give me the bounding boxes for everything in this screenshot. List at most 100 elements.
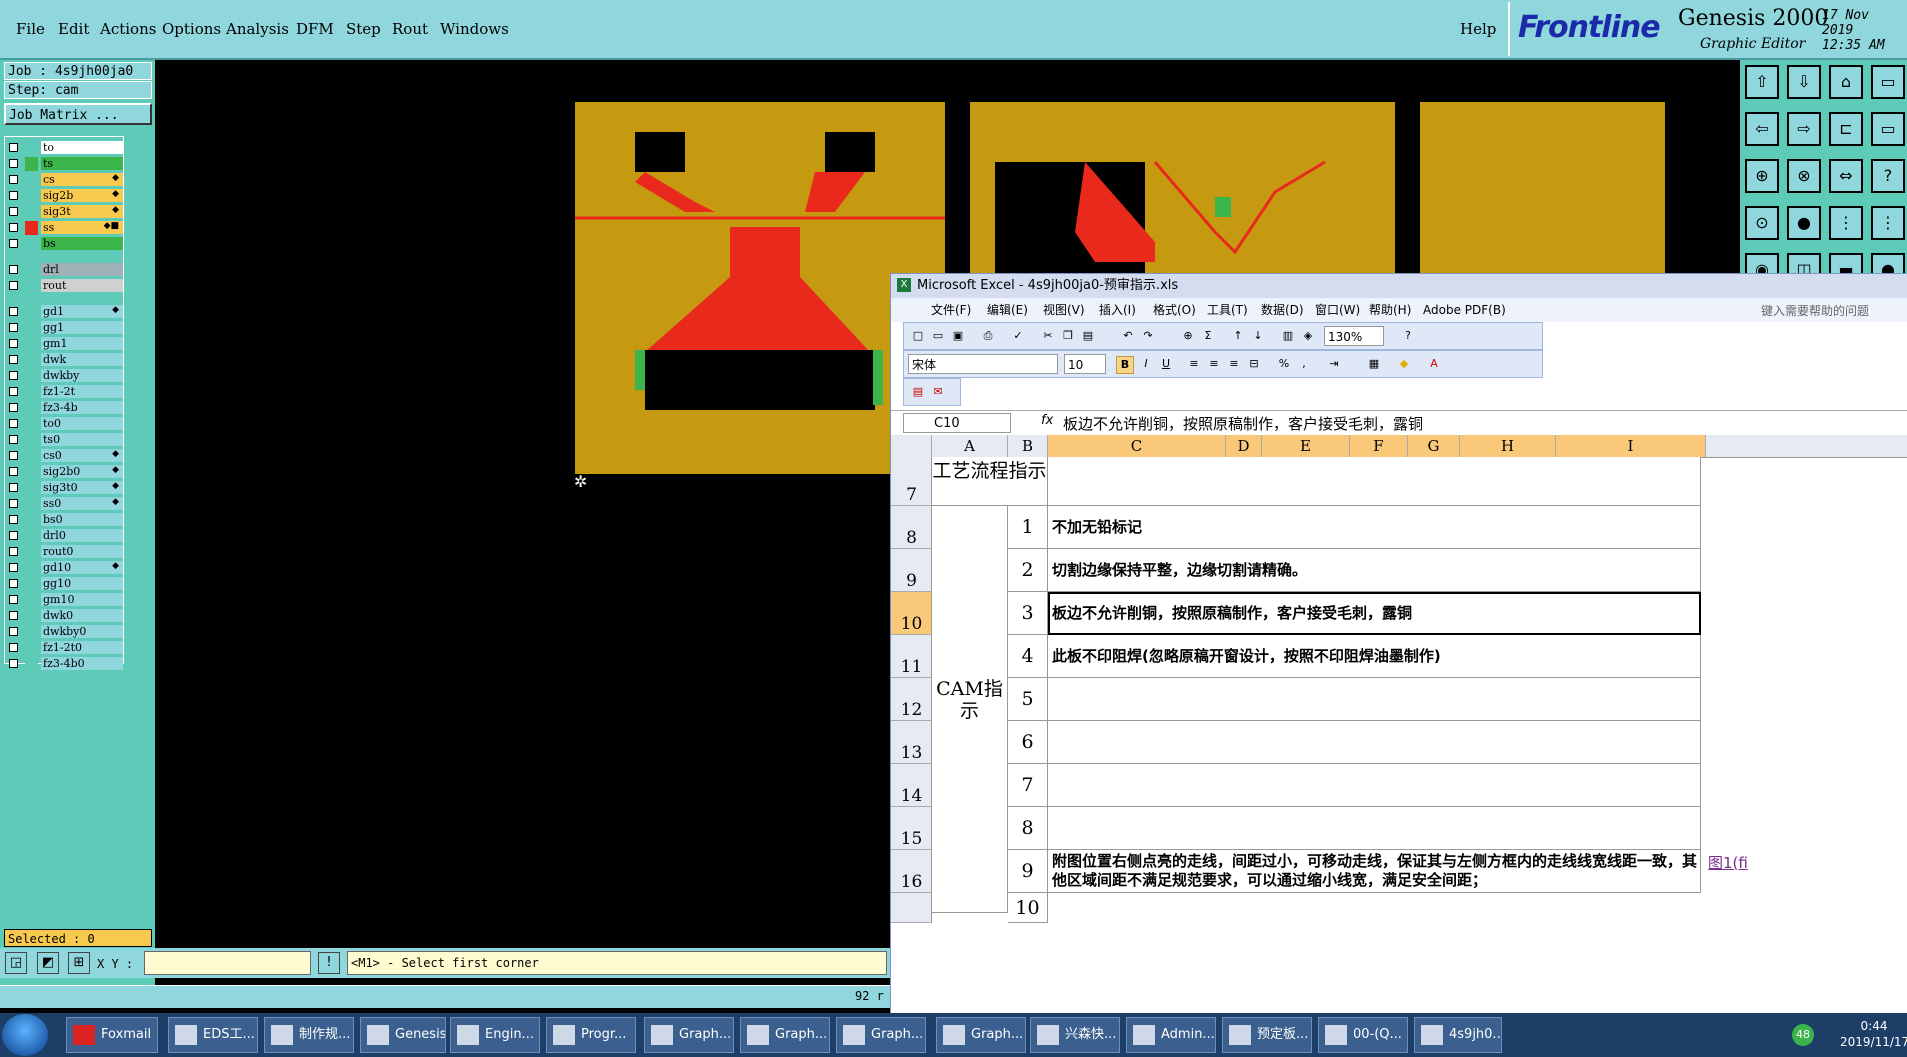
excel-help-search[interactable]: 键入需要帮助的问题: [1761, 302, 1901, 319]
layer-checkbox[interactable]: [9, 451, 18, 460]
layer-row[interactable]: gm1: [5, 337, 123, 351]
row-header[interactable]: 16: [891, 850, 932, 893]
undo-icon[interactable]: ↶: [1120, 328, 1136, 344]
excel-menu-item[interactable]: 编辑(E): [987, 298, 1028, 322]
help-icon[interactable]: ?: [1400, 328, 1416, 344]
taskbar-item[interactable]: 制作规...: [264, 1017, 354, 1053]
column-header-c[interactable]: C: [1048, 435, 1226, 457]
header-merged-cell[interactable]: [1048, 457, 1701, 506]
drawing-icon[interactable]: ◈: [1300, 328, 1316, 344]
item-number-cell[interactable]: 9: [1008, 850, 1048, 893]
layer-checkbox[interactable]: [9, 467, 18, 476]
snap-tool-icon[interactable]: ⊙: [1745, 206, 1779, 240]
menu-help[interactable]: Help: [1460, 20, 1496, 38]
open-icon[interactable]: ▭: [930, 328, 946, 344]
taskbar-item[interactable]: Progr...: [546, 1017, 636, 1053]
layer-row[interactable]: sig2b0 ◆: [5, 465, 123, 479]
taskbar-item[interactable]: Foxmail: [66, 1017, 158, 1053]
menu-file[interactable]: File: [16, 20, 45, 38]
menu-windows[interactable]: Windows: [440, 20, 509, 38]
layer-checkbox[interactable]: [9, 159, 18, 168]
item-number-cell[interactable]: 1: [1008, 506, 1048, 549]
cut-icon[interactable]: ✂: [1040, 328, 1056, 344]
layer-row[interactable]: gm10: [5, 593, 123, 607]
layer-checkbox[interactable]: [9, 387, 18, 396]
layer-checkbox[interactable]: [9, 265, 18, 274]
borders-icon[interactable]: ▦: [1366, 356, 1382, 372]
layer-checkbox[interactable]: [9, 175, 18, 184]
bold-button[interactable]: B: [1116, 356, 1134, 374]
excel-menu-item[interactable]: 格式(O): [1153, 298, 1196, 322]
layer-row[interactable]: fz1-2t0: [5, 641, 123, 655]
item-number-cell[interactable]: 2: [1008, 549, 1048, 592]
layer-row[interactable]: gd10 ◆: [5, 561, 123, 575]
pad-tool-icon[interactable]: ●: [1787, 206, 1821, 240]
excel-menu-item[interactable]: 视图(V): [1043, 298, 1085, 322]
excel-menu-item[interactable]: 数据(D): [1261, 298, 1304, 322]
taskbar-item[interactable]: Graph...: [936, 1017, 1026, 1053]
row-header[interactable]: 7: [891, 457, 932, 506]
layer-row[interactable]: fz3-4b0: [5, 657, 123, 671]
excel-menu-item[interactable]: 帮助(H): [1369, 298, 1411, 322]
item-number-cell[interactable]: 6: [1008, 721, 1048, 764]
taskbar-item[interactable]: Admin...: [1126, 1017, 1216, 1053]
layer-row[interactable]: ts: [5, 157, 123, 171]
instruction-cell[interactable]: 切割边缘保持平整，边缘切割请精确。: [1048, 549, 1701, 592]
layer-row[interactable]: rout: [5, 279, 123, 293]
fill-color-icon[interactable]: ◆: [1396, 356, 1412, 372]
ratio-tool-icon[interactable]: ⇔: [1829, 159, 1863, 193]
up-tool-icon[interactable]: ⇧: [1745, 65, 1779, 99]
excel-menu-item[interactable]: Adobe PDF(B): [1423, 298, 1506, 322]
layer-checkbox[interactable]: [9, 499, 18, 508]
layer-row[interactable]: gd1 ◆: [5, 305, 123, 319]
row-header[interactable]: 11: [891, 635, 932, 678]
redo-icon[interactable]: ↷: [1140, 328, 1156, 344]
column-header-d[interactable]: D: [1226, 435, 1262, 457]
instruction-cell[interactable]: [1048, 807, 1701, 850]
taskbar-item[interactable]: 00-(Q...: [1318, 1017, 1408, 1053]
spellcheck-icon[interactable]: ✓: [1010, 328, 1026, 344]
item-number-cell[interactable]: 4: [1008, 635, 1048, 678]
menu-rout[interactable]: Rout: [392, 20, 428, 38]
indent-icon[interactable]: ⇥: [1326, 356, 1342, 372]
fx-icon[interactable]: fx: [1041, 413, 1053, 428]
layer-checkbox[interactable]: [9, 355, 18, 364]
name-box[interactable]: C10: [903, 413, 1011, 433]
excel-titlebar[interactable]: X Microsoft Excel - 4s9jh00ja0-预审指示.xls: [891, 274, 1907, 298]
font-name-select[interactable]: 宋体: [908, 354, 1058, 374]
layer-row[interactable]: sig3t ◆: [5, 205, 123, 219]
excel-menu-item[interactable]: 窗口(W): [1315, 298, 1360, 322]
select-all-corner[interactable]: [891, 435, 932, 457]
layer-checkbox[interactable]: [9, 239, 18, 248]
layer-checkbox[interactable]: [9, 611, 18, 620]
menu-dfm[interactable]: DFM: [296, 20, 334, 38]
row-header[interactable]: [891, 893, 932, 923]
layer-checkbox[interactable]: [9, 659, 18, 668]
column-header-g[interactable]: G: [1408, 435, 1460, 457]
grid-tool-button[interactable]: ⊞: [68, 952, 90, 974]
process-title-cell[interactable]: 工艺流程指示: [932, 457, 1048, 506]
autosum-icon[interactable]: Σ: [1200, 328, 1216, 344]
window-tool-icon[interactable]: ▭: [1871, 65, 1905, 99]
row-header[interactable]: 13: [891, 721, 932, 764]
hyperlink-icon[interactable]: ⊕: [1180, 328, 1196, 344]
layer-checkbox[interactable]: [9, 483, 18, 492]
layer-checkbox[interactable]: [9, 323, 18, 332]
percent-icon[interactable]: %: [1276, 356, 1292, 372]
layer-row[interactable]: rout0: [5, 545, 123, 559]
align-left-icon[interactable]: ≡: [1186, 356, 1202, 372]
align-right-icon[interactable]: ≡: [1226, 356, 1242, 372]
left-tool-icon[interactable]: ⇦: [1745, 112, 1779, 146]
layer-checkbox[interactable]: [9, 207, 18, 216]
comma-icon[interactable]: ,: [1296, 356, 1312, 372]
layer-checkbox[interactable]: [9, 143, 18, 152]
instruction-cell[interactable]: [1048, 678, 1701, 721]
item-number-cell[interactable]: 5: [1008, 678, 1048, 721]
layer-row[interactable]: gg10: [5, 577, 123, 591]
tray-badge[interactable]: 48: [1792, 1024, 1814, 1046]
taskbar-item[interactable]: EDS工...: [168, 1017, 258, 1053]
save-icon[interactable]: ▣: [950, 328, 966, 344]
layer-checkbox[interactable]: [9, 579, 18, 588]
zoom-select[interactable]: 130%: [1324, 326, 1384, 346]
taskbar-item[interactable]: 兴森快...: [1030, 1017, 1120, 1053]
